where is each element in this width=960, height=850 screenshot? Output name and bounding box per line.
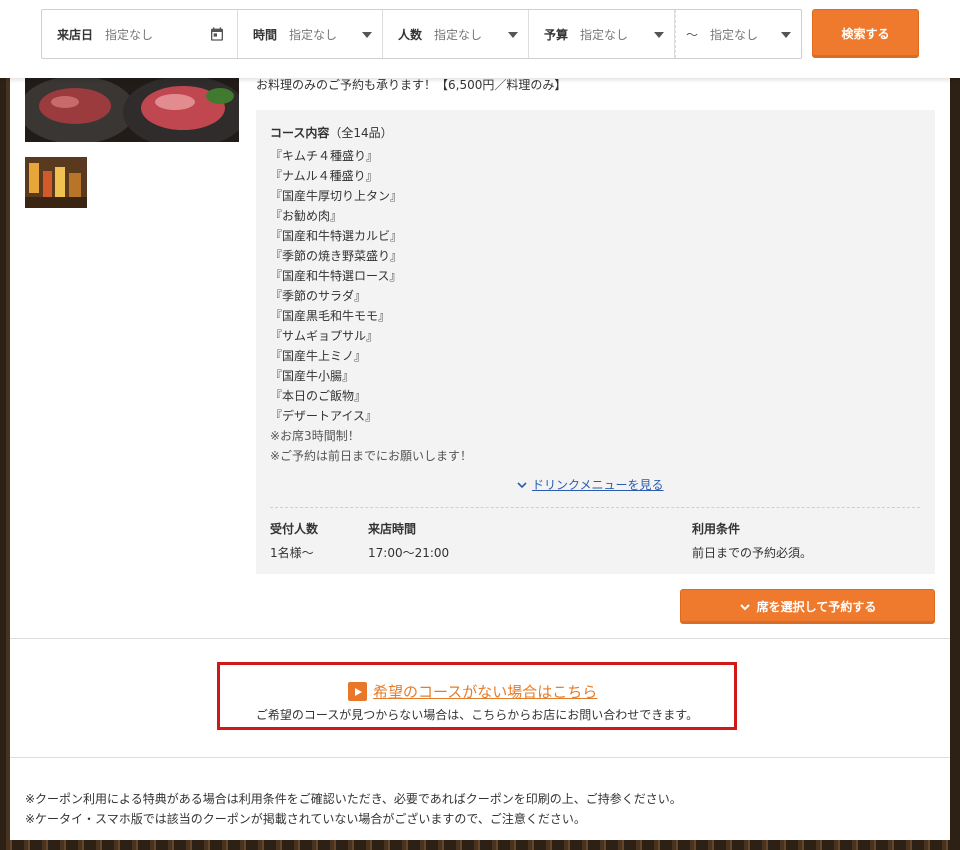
course-item: 『お勧め肉』 (270, 209, 343, 223)
reserve-seat-button-label: 席を選択して予約する (756, 600, 877, 614)
budget-min-field[interactable]: 予算 指定なし (529, 10, 675, 58)
section-divider (10, 757, 950, 758)
course-item: 『サムギョプサル』 (270, 329, 379, 343)
time-label: 時間 (253, 27, 278, 42)
course-item: 『季節のサラダ』 (270, 289, 367, 303)
course-item: 『国産和牛特選ロース』 (270, 269, 402, 283)
course-item: 『国産牛上ミノ』 (270, 349, 367, 363)
budget-max-value: 指定なし (710, 27, 759, 42)
budget-separator: ～ (686, 27, 699, 42)
course-note: ※お席3時間制！ (270, 429, 360, 443)
info-people-value: 1名様～ (270, 546, 314, 560)
course-item: 『国産牛厚切り上タン』 (270, 189, 403, 203)
search-bar: 来店日 指定なし 時間 指定なし 人数 指定なし 予算 指定なし ～ 指定なし … (0, 0, 960, 78)
course-item: 『本日のご飯物』 (270, 389, 367, 403)
course-photo-main[interactable] (25, 78, 239, 142)
info-time: 来店時間 17:00～21:00 (368, 520, 449, 562)
course-item: 『キムチ４種盛り』 (270, 149, 379, 163)
info-people-heading: 受付人数 (270, 522, 319, 536)
budget-max-field[interactable]: ～ 指定なし (675, 10, 801, 58)
no-course-link-text: 希望のコースがない場合はこちら (373, 683, 598, 701)
course-title: コース内容（全14品） (270, 124, 393, 141)
chevron-down-icon (781, 32, 791, 38)
chevron-down-icon (508, 32, 518, 38)
info-time-heading: 来店時間 (368, 522, 417, 536)
info-conditions: 利用条件 前日までの予約必須。 (692, 520, 812, 562)
course-item: 『国産黒毛和牛モモ』 (270, 309, 391, 323)
reserve-seat-button[interactable]: 席を選択して予約する (680, 589, 935, 624)
time-value: 指定なし (289, 27, 338, 42)
budget-label: 予算 (544, 27, 569, 42)
people-value: 指定なし (434, 27, 483, 42)
chevron-down-icon (654, 32, 664, 38)
course-item: 『デザートアイス』 (270, 409, 378, 423)
course-item: 『国産牛小腸』 (270, 369, 355, 383)
play-icon (348, 682, 367, 701)
course-title-label: コース内容 (270, 126, 330, 140)
chevron-down-icon (362, 32, 372, 38)
info-conditions-value: 前日までの予約必須。 (692, 546, 813, 560)
no-course-description: ご希望のコースが見つからない場合は、こちらからお店にお問い合わせできます。 (255, 708, 699, 722)
budget-min-value: 指定なし (580, 27, 629, 42)
drinks-image (25, 157, 87, 208)
time-field[interactable]: 時間 指定なし (238, 10, 383, 58)
course-item: 『ナムル４種盛り』 (270, 169, 378, 183)
info-people: 受付人数 1名様～ (270, 520, 318, 562)
course-photo-thumbnail[interactable] (25, 157, 87, 208)
people-label: 人数 (398, 27, 423, 42)
date-field[interactable]: 来店日 指定なし (42, 10, 238, 58)
calendar-icon[interactable] (209, 26, 225, 42)
info-time-value: 17:00～21:00 (368, 546, 450, 560)
no-course-box: 希望のコースがない場合はこちら ご希望のコースが見つからない場合は、こちらからお… (217, 662, 737, 730)
chevron-down-icon (517, 481, 527, 488)
section-divider (10, 638, 950, 639)
course-item: 『国産和牛特選カルビ』 (270, 229, 403, 243)
search-button[interactable]: 検索する (812, 9, 919, 58)
date-value: 指定なし (105, 27, 154, 42)
people-field[interactable]: 人数 指定なし (383, 10, 529, 58)
meat-plate-image (25, 78, 239, 142)
course-lead-text: お料理のみのご予約も承ります！【6,500円／料理のみ】 (256, 78, 567, 92)
course-details-box: コース内容（全14品） 『キムチ４種盛り』 『ナムル４種盛り』 『国産牛厚切り上… (256, 110, 935, 574)
info-conditions-heading: 利用条件 (692, 522, 741, 536)
divider (270, 507, 920, 508)
drink-menu-link[interactable]: ドリンクメニューを見る (516, 476, 664, 493)
footnote: ※ケータイ・スマホ版では該当のクーポンが掲載されていない場合がございますので、ご… (25, 812, 586, 826)
date-label: 来店日 (57, 27, 94, 42)
coupon-footnotes: ※クーポン利用による特典がある場合は利用条件をご確認いただき、必要であればクーポ… (25, 789, 682, 829)
chevron-down-icon (739, 603, 750, 610)
search-box: 来店日 指定なし 時間 指定なし 人数 指定なし 予算 指定なし ～ 指定なし (41, 9, 802, 59)
no-course-link[interactable]: 希望のコースがない場合はこちら (348, 681, 597, 702)
course-item-count: （全14品） (329, 126, 393, 140)
course-note: ※ご予約は前日までにお願いします！ (270, 449, 473, 463)
course-item-list: 『キムチ４種盛り』 『ナムル４種盛り』 『国産牛厚切り上タン』 『お勧め肉』 『… (270, 146, 472, 466)
drink-menu-link-text: ドリンクメニューを見る (532, 478, 664, 492)
course-item: 『季節の焼き野菜盛り』 (270, 249, 403, 263)
footnote: ※クーポン利用による特典がある場合は利用条件をご確認いただき、必要であればクーポ… (25, 792, 682, 806)
